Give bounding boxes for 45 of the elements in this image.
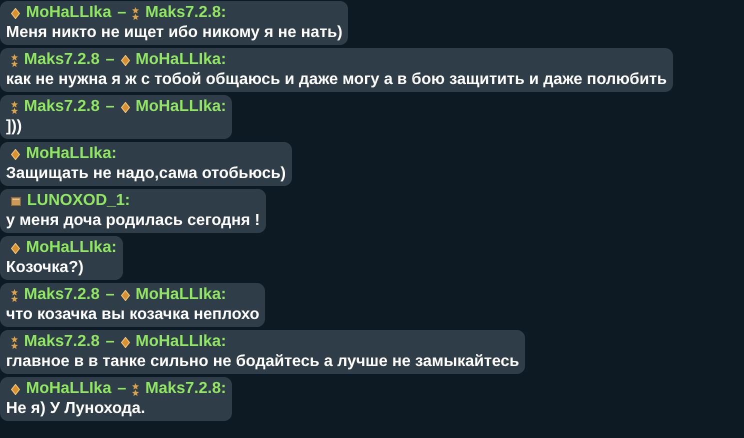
box-icon bbox=[11, 196, 21, 206]
name-separator: – bbox=[106, 50, 115, 70]
message-text: у меня доча родилась сегодня ! bbox=[6, 211, 260, 231]
stars-icon bbox=[11, 288, 18, 302]
stars-icon bbox=[132, 382, 140, 396]
message-text: Защищать не надо,сама отобьюсь) bbox=[6, 164, 286, 184]
player-name: LUNOXOD_1: bbox=[27, 191, 130, 211]
player-name: Maks7.2.8: bbox=[145, 379, 226, 399]
name-separator: – bbox=[106, 332, 115, 352]
player-name: MoHaLLIka: bbox=[136, 285, 226, 305]
player-name: MoHaLLIka: bbox=[26, 144, 117, 164]
diamond-icon bbox=[11, 242, 20, 254]
message-text: Козочка?) bbox=[6, 258, 85, 278]
stars-icon bbox=[11, 100, 18, 114]
diamond-icon bbox=[11, 148, 20, 160]
player-name: Maks7.2.8: bbox=[145, 3, 226, 23]
player-name: Maks7.2.8 bbox=[24, 285, 100, 305]
diamond-icon bbox=[120, 290, 130, 300]
player-name: MoHaLLIka: bbox=[136, 332, 226, 352]
player-name: MoHaLLIka: bbox=[136, 50, 226, 70]
player-name: Maks7.2.8 bbox=[24, 50, 100, 70]
stars-icon bbox=[11, 54, 18, 66]
name-separator: – bbox=[117, 3, 126, 23]
message-text: Не я) У Лунохода. bbox=[6, 399, 146, 419]
player-name: Maks7.2.8 bbox=[24, 97, 100, 117]
stars-icon bbox=[11, 336, 18, 348]
stars-icon bbox=[132, 6, 140, 20]
diamond-icon bbox=[120, 54, 130, 66]
player-name: Maks7.2.8 bbox=[24, 332, 100, 352]
message-text: что козачка вы козачка неплохо bbox=[6, 305, 260, 325]
name-separator: – bbox=[117, 379, 126, 399]
player-name: MoHaLLIka: bbox=[26, 238, 117, 258]
message-text: как не нужна я ж с тобой общаюсь и даже могу а в бою защитить и даже полюбить bbox=[6, 70, 667, 90]
message-text: ])) bbox=[6, 117, 23, 137]
message-text: главное в в танке сильно не бодайтесь а лучше не замыкайтесь bbox=[6, 352, 520, 372]
diamond-icon bbox=[11, 384, 20, 394]
player-name: MoHaLLIka bbox=[26, 3, 112, 23]
diamond-icon bbox=[120, 336, 130, 348]
player-name: MoHaLLIka: bbox=[136, 97, 226, 117]
diamond-icon bbox=[120, 102, 130, 112]
player-name: MoHaLLIka bbox=[26, 379, 112, 399]
name-separator: – bbox=[106, 285, 115, 305]
diamond-icon bbox=[11, 8, 20, 18]
name-separator: – bbox=[106, 97, 115, 117]
message-text: Меня никто не ищет ибо никому я не нать) bbox=[6, 23, 342, 43]
